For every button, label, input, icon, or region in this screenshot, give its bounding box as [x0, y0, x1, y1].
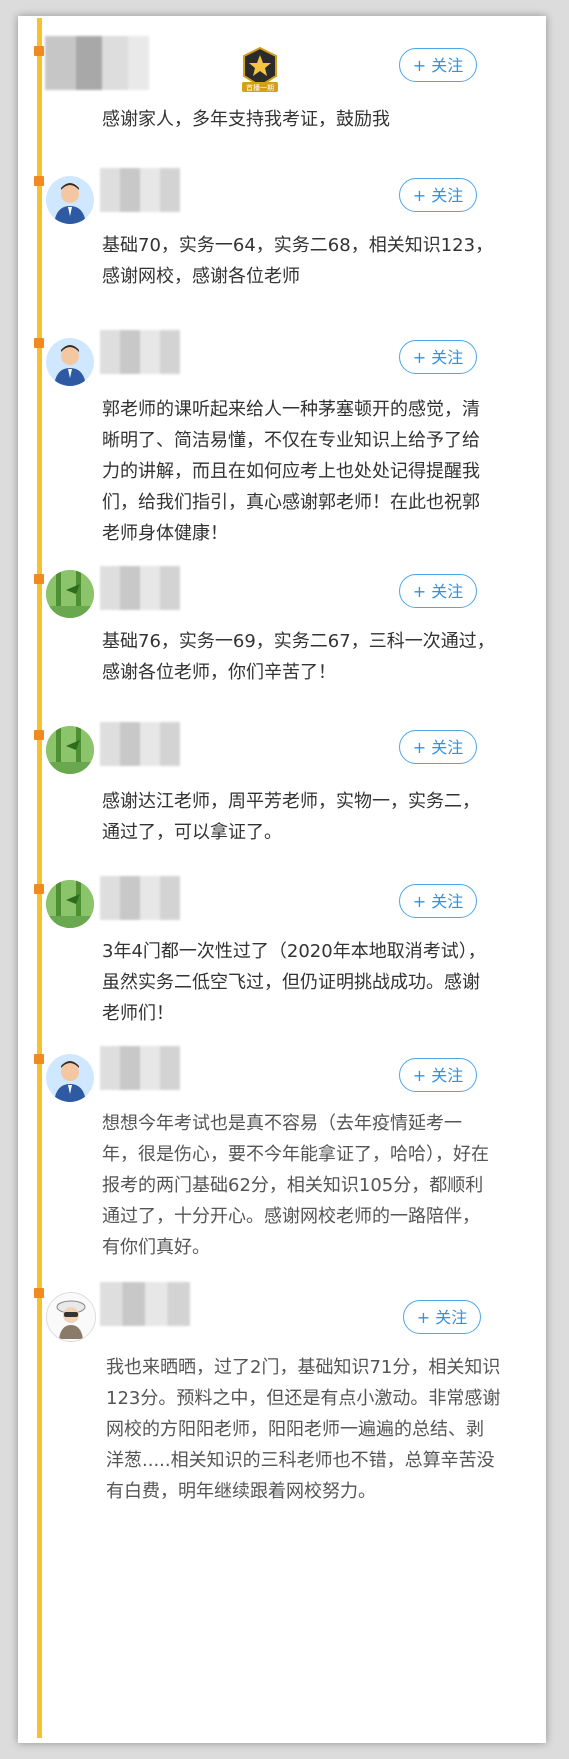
post-text: 我也来晒晒，过了2门，基础知识71分，相关知识123分。预料之中，但还是有点小激… [106, 1357, 501, 1502]
user-avatar[interactable] [46, 726, 94, 774]
post-text: 3年4门都一次性过了（2020年本地取消考试），虽然实务二低空飞过，但仍证明挑战… [102, 941, 486, 1024]
person-avatar-icon [54, 345, 86, 386]
badge-text: 首播一期 [246, 83, 274, 92]
bamboo-avatar-icon [46, 726, 94, 774]
post-text: 基础76，实务一69，实务二67，三科一次通过，感谢各位老师，你们辛苦了！ [102, 631, 495, 683]
follow-button[interactable]: + 关注 [399, 1058, 477, 1092]
user-name-blurred [100, 1282, 190, 1326]
follow-button[interactable]: + 关注 [399, 178, 477, 212]
user-name-blurred [100, 876, 180, 920]
post-text: 郭老师的课听起来给人一种茅塞顿开的感觉，清晰明了、简洁易懂，不仅在专业知识上给予… [102, 399, 480, 544]
bamboo-avatar-icon [46, 880, 94, 928]
timeline-dot [34, 884, 44, 894]
follow-button[interactable]: + 关注 [399, 730, 477, 764]
post-text: 想想今年考试也是真不容易（去年疫情延考一年，很是伤心，要不今年能拿证了，哈哈），… [102, 1113, 489, 1258]
user-name-blurred [100, 566, 180, 610]
user-avatar[interactable] [46, 1292, 96, 1342]
timeline-dot [34, 574, 44, 584]
user-avatar[interactable] [46, 570, 94, 618]
user-name-blurred [100, 722, 180, 766]
user-name-blurred [45, 36, 149, 90]
follow-button[interactable]: + 关注 [399, 884, 477, 918]
post-text: 基础70，实务一64，实务二68，相关知识123，感谢网校，感谢各位老师 [102, 235, 494, 287]
bamboo-avatar-icon [46, 570, 94, 618]
user-avatar[interactable] [46, 880, 94, 928]
timeline-dot [34, 176, 44, 186]
cartoon-avatar-icon [47, 1293, 95, 1341]
person-avatar-icon [54, 1061, 86, 1102]
post-text: 感谢达江老师，周平芳老师，实物一，实务二，通过了，可以拿证了。 [102, 791, 480, 843]
person-avatar-icon [54, 183, 86, 224]
follow-button[interactable]: + 关注 [399, 48, 477, 82]
user-avatar[interactable] [46, 1054, 94, 1102]
post-text: 感谢家人，多年支持我考证，鼓励我 [102, 109, 390, 130]
timeline-dot [34, 1288, 44, 1298]
user-avatar[interactable] [46, 338, 94, 386]
timeline-bar [37, 18, 42, 1738]
user-avatar[interactable] [46, 176, 94, 224]
follow-button[interactable]: + 关注 [399, 574, 477, 608]
timeline-dot [34, 338, 44, 348]
user-name-blurred [100, 330, 180, 374]
user-name-blurred [100, 168, 180, 212]
follow-button[interactable]: + 关注 [403, 1300, 481, 1334]
timeline-dot [34, 1054, 44, 1064]
user-name-blurred [100, 1046, 180, 1090]
timeline-dot [34, 730, 44, 740]
timeline-dot [34, 46, 44, 56]
follow-button[interactable]: + 关注 [399, 340, 477, 374]
rank-badge-icon: 首播一期 [242, 46, 278, 92]
